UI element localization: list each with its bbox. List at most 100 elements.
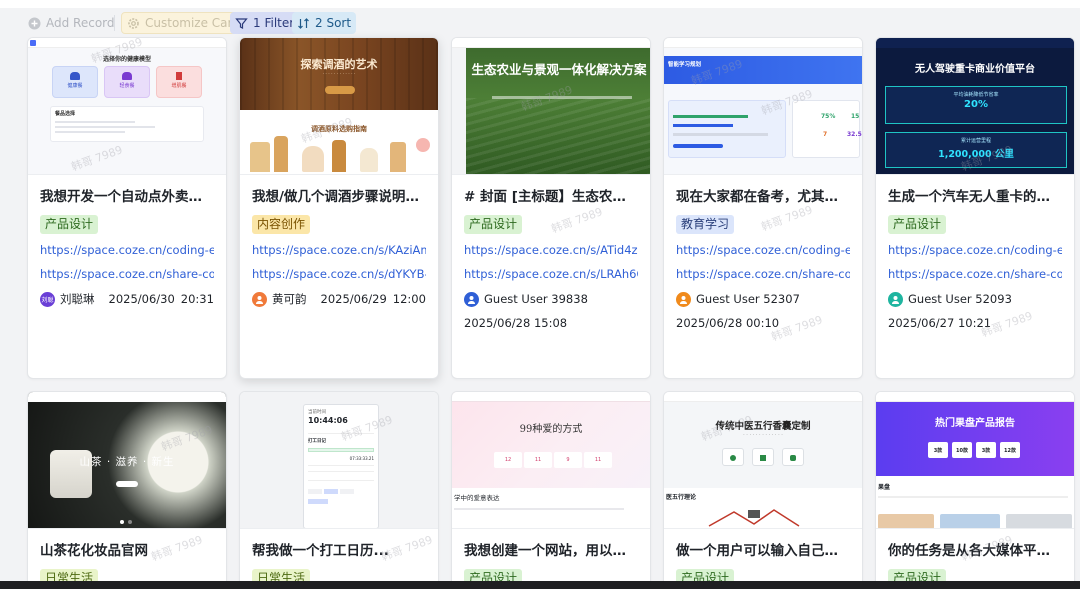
filter-label: 1 Filter bbox=[253, 16, 295, 30]
created-time: 12:00 bbox=[392, 292, 426, 306]
preview-text: 12 bbox=[494, 452, 522, 468]
card-link[interactable]: https://space.coze.cn/coding-exper bbox=[676, 242, 850, 258]
owner-name: Guest User 52093 bbox=[908, 292, 1012, 306]
card-link[interactable]: https://space.coze.cn/s/LRAh6O7M bbox=[464, 266, 638, 282]
preview-text: 增肌餐 bbox=[171, 83, 187, 89]
preview-text: 平均油耗降低节省率 bbox=[953, 92, 999, 98]
card-preview-image: 当前时间 10:44:06 打工日记 07:33:33.21 bbox=[240, 392, 438, 529]
preview-text: 传统中医五行香囊定制 bbox=[715, 421, 811, 432]
record-card[interactable]: 热门果盘产品报告 3款 10款 3款 12款 果盘 你的任务是从各大媒体平台和.… bbox=[875, 391, 1075, 589]
owner-name: Guest User 52307 bbox=[696, 292, 800, 306]
add-record-button[interactable]: Add Record bbox=[26, 12, 120, 34]
preview-text: 无人驾驶重卡商业价值平台 bbox=[915, 64, 1035, 75]
card-title: 现在大家都在备考，尤其是考... bbox=[676, 189, 850, 205]
card-title: 生成一个汽车无人重卡的网页 bbox=[888, 189, 1062, 205]
card-preview-image: 山茶 · 滋养 · 新生 bbox=[28, 392, 226, 529]
record-card[interactable]: 传统中医五行香囊定制 · · · · · · · · · · · · · 医五行… bbox=[663, 391, 863, 589]
card-link[interactable]: https://space.coze.cn/coding-exper bbox=[888, 242, 1062, 258]
preview-text: 9 bbox=[554, 452, 582, 468]
record-card[interactable]: 山茶 · 滋养 · 新生 山茶花化妆品官网 日常生活 bbox=[27, 391, 227, 589]
avatar bbox=[676, 291, 691, 307]
preview-text: 生态农业与景观一体化解决方案 bbox=[471, 62, 647, 77]
owner-name: 刘聪琳 bbox=[60, 292, 95, 306]
sort-icon bbox=[297, 17, 310, 30]
category-tag: 产品设计 bbox=[464, 215, 523, 234]
preview-text: 07:33:33.21 bbox=[349, 456, 374, 461]
preview-text: 调酒原料选购指南 bbox=[311, 124, 367, 133]
category-tag: 产品设计 bbox=[888, 215, 947, 234]
category-tag: 教育学习 bbox=[676, 215, 735, 234]
record-card[interactable]: 选择你的健康模型 健康餐 轻食餐 增肌餐 餐品选择 我想开发一个自动点外卖的应.… bbox=[27, 37, 227, 379]
card-owner: Guest User 52093 bbox=[888, 290, 1062, 308]
preview-text: 健康餐 bbox=[67, 83, 83, 89]
preview-text: 学中的爱意表达 bbox=[454, 494, 500, 502]
filter-icon bbox=[235, 17, 248, 30]
preview-text: 热门果盘产品报告 bbox=[935, 418, 1015, 429]
record-card[interactable]: 当前时间 10:44:06 打工日记 07:33:33.21 帮我做一个打工日历… bbox=[239, 391, 439, 589]
record-card[interactable]: 无人驾驶重卡商业价值平台 平均油耗降低节省率 20% 累计运营里程 1,200,… bbox=[875, 37, 1075, 379]
card-owner: Guest User 52307 bbox=[676, 290, 850, 308]
record-card[interactable]: 探索调酒的艺术 · · · · · · · · · · · · 调酒原料选购指南… bbox=[239, 37, 439, 379]
filter-button[interactable]: 1 Filter bbox=[230, 12, 300, 34]
created-time: 20:31 bbox=[180, 292, 214, 306]
card-title: 帮我做一个打工日历... bbox=[252, 543, 389, 559]
created-date: 2025/06/27 10:21 bbox=[888, 316, 992, 330]
preview-text: 累计运营里程 bbox=[960, 138, 991, 144]
preview-text: 医五行理论 bbox=[666, 494, 697, 501]
card-link[interactable]: https://space.coze.cn/share-coding bbox=[676, 266, 850, 282]
avatar: 刘聪 bbox=[40, 291, 55, 307]
preview-text: 果盘 bbox=[878, 484, 891, 491]
card-preview-image: 探索调酒的艺术 · · · · · · · · · · · · 调酒原料选购指南 bbox=[240, 38, 438, 175]
preview-text: 11 bbox=[584, 452, 612, 468]
card-link[interactable]: https://space.coze.cn/share-coding bbox=[40, 266, 214, 282]
created-date: 2025/06/28 00:10 bbox=[676, 316, 780, 330]
card-title: 山茶花化妆品官网 bbox=[40, 543, 148, 559]
avatar bbox=[252, 291, 267, 307]
sort-label: 2 Sort bbox=[315, 16, 352, 30]
preview-text: 智能学习规划 bbox=[668, 62, 702, 68]
owner-name: Guest User 39838 bbox=[484, 292, 588, 306]
preview-text: 99种爱的方式 bbox=[519, 424, 583, 435]
card-link[interactable]: https://space.coze.cn/s/KAziAm6BN bbox=[252, 242, 426, 258]
preview-text: 餐品选择 bbox=[55, 111, 76, 117]
preview-text: 10款 bbox=[952, 442, 972, 458]
sort-button[interactable]: 2 Sort bbox=[292, 12, 357, 34]
card-title: 你的任务是从各大媒体平台和... bbox=[888, 543, 1062, 559]
card-link[interactable]: https://space.coze.cn/share-coding bbox=[888, 266, 1062, 282]
record-card[interactable]: 智能学习规划 75% 15 7 32.5 现在大家都在备考，尤其是考... 教育… bbox=[663, 37, 863, 379]
category-tag: 产品设计 bbox=[40, 215, 99, 234]
preview-text: 11 bbox=[524, 452, 552, 468]
preview-text: 3款 bbox=[928, 442, 948, 458]
preview-text: 打工日记 bbox=[308, 439, 326, 444]
gear-icon bbox=[127, 17, 140, 30]
avatar bbox=[464, 291, 479, 307]
preview-text: 选择你的健康模型 bbox=[102, 56, 151, 63]
card-title: 我想创建一个网站，用以展示... bbox=[464, 543, 638, 559]
card-preview-image: 智能学习规划 75% 15 7 32.5 bbox=[664, 38, 862, 175]
card-owner: Guest User 39838 bbox=[464, 290, 638, 308]
avatar bbox=[888, 291, 903, 307]
plus-circle-icon bbox=[28, 17, 41, 30]
preview-text: 20% bbox=[964, 99, 988, 110]
category-tag: 内容创作 bbox=[252, 215, 311, 234]
record-card[interactable]: 99种爱的方式 12 11 9 11 学中的爱意表达 我想创建一个网站，用以展示… bbox=[451, 391, 651, 589]
card-preview-image: 无人驾驶重卡商业价值平台 平均油耗降低节省率 20% 累计运营里程 1,200,… bbox=[876, 38, 1074, 175]
customize-card-button[interactable]: Customize Card bbox=[121, 12, 246, 34]
preview-text: 7 bbox=[823, 131, 828, 138]
preview-text: 3款 bbox=[976, 442, 996, 458]
toolbar-divider bbox=[114, 15, 115, 31]
card-link[interactable]: https://space.coze.cn/s/dYKYB-5fK bbox=[252, 266, 426, 282]
card-link[interactable]: https://space.coze.cn/s/ATid4z-cSP bbox=[464, 242, 638, 258]
owner-name: 黄可韵 bbox=[272, 292, 307, 306]
created-date: 2025/06/30 bbox=[108, 292, 175, 306]
card-preview-image: 传统中医五行香囊定制 · · · · · · · · · · · · · 医五行… bbox=[664, 392, 862, 529]
card-title: 做一个用户可以输入自己生辰... bbox=[676, 543, 850, 559]
add-record-label: Add Record bbox=[46, 16, 115, 30]
card-preview-image: 99种爱的方式 12 11 9 11 学中的爱意表达 bbox=[452, 392, 650, 529]
created-date: 2025/06/29 bbox=[320, 292, 387, 306]
record-card[interactable]: 生态农业与景观一体化解决方案 # 封面 [主标题】生态农业与景... 产品设计 … bbox=[451, 37, 651, 379]
preview-text: 12款 bbox=[1000, 442, 1020, 458]
preview-text: 32.5 bbox=[847, 131, 862, 138]
preview-text: 10:44:06 bbox=[308, 416, 348, 425]
card-link[interactable]: https://space.coze.cn/coding-exper bbox=[40, 242, 214, 258]
